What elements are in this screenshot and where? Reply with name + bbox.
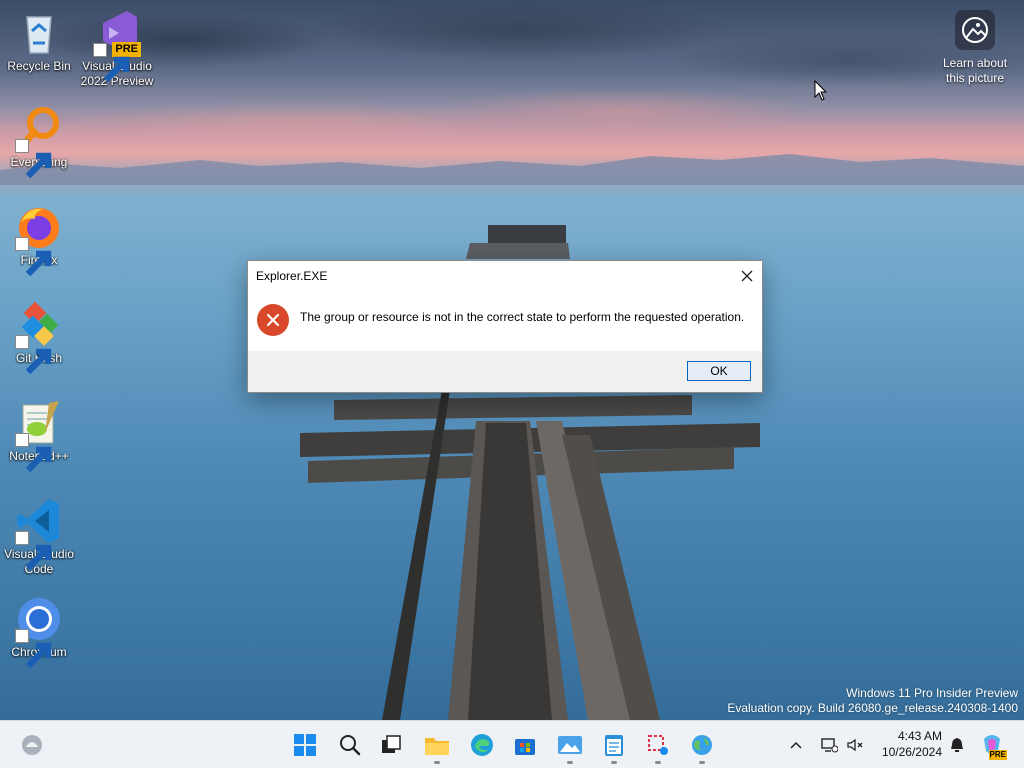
dialog-message: The group or resource is not in the corr… — [300, 310, 745, 324]
camera-globe-icon — [955, 10, 995, 50]
learn-about-line1: Learn about — [942, 56, 1008, 70]
desktop-icon-everything[interactable]: Everything — [1, 105, 77, 179]
notepad-icon[interactable] — [594, 725, 634, 765]
search-icon[interactable] — [330, 725, 370, 765]
task-view-icon[interactable] — [371, 725, 411, 765]
git-bash-icon — [15, 301, 63, 375]
file-explorer-icon[interactable] — [417, 725, 457, 765]
desktop-icon-firefox[interactable]: Firefox — [1, 203, 77, 277]
ok-button[interactable]: OK — [687, 361, 751, 381]
firefox-icon — [15, 203, 63, 277]
running-indicator — [434, 761, 440, 764]
clock[interactable]: 4:43 AM 10/26/2024 — [882, 728, 942, 760]
running-indicator — [655, 761, 661, 764]
copilot-preview-badge: PRE — [988, 750, 1007, 760]
desktop-icon-visual-studio[interactable]: PRE Visual Studio 2022 Preview — [79, 9, 155, 89]
watermark-line2: Evaluation copy. Build 26080.ge_release.… — [727, 701, 1018, 715]
error-dialog: Explorer.EXE The group or resource is no… — [247, 260, 763, 393]
learn-about-line2: this picture — [945, 71, 1005, 85]
dialog-footer: OK — [248, 351, 762, 392]
shortcut-arrow-icon — [15, 433, 52, 473]
running-indicator — [699, 761, 705, 764]
notification-bell-icon[interactable] — [940, 725, 974, 765]
mouse-cursor-icon — [814, 80, 828, 101]
visual-studio-icon: PRE — [93, 9, 141, 83]
show-hidden-icons-chevron-icon[interactable] — [778, 725, 814, 765]
notepad-plus-plus-icon — [15, 399, 63, 473]
shortcut-arrow-icon — [15, 531, 52, 571]
recycle-bin-icon — [15, 9, 63, 57]
wallpaper-mountains — [0, 154, 1024, 185]
running-indicator — [567, 761, 573, 764]
start-icon[interactable] — [285, 725, 325, 765]
dialog-title: Explorer.EXE — [256, 268, 328, 283]
chromium-icon — [15, 595, 63, 669]
photos-icon[interactable] — [550, 725, 590, 765]
shortcut-arrow-icon — [15, 629, 52, 669]
taskbar: 4:43 AM 10/26/2024 PRE — [0, 720, 1024, 768]
desktop-icon-chromium[interactable]: Chromium — [1, 595, 77, 669]
close-icon[interactable] — [732, 261, 762, 290]
shortcut-arrow-icon — [15, 237, 52, 277]
copilot-icon[interactable]: PRE — [974, 725, 1010, 765]
shortcut-arrow-icon — [15, 335, 52, 375]
store-icon[interactable] — [505, 725, 545, 765]
edge-icon[interactable] — [462, 725, 502, 765]
learn-about-picture[interactable]: Learn about this picture — [934, 10, 1016, 86]
shortcut-arrow-icon — [15, 139, 52, 179]
desktop-icon-notepad-plus-plus[interactable]: Notepad++ — [1, 399, 77, 473]
clock-time: 4:43 AM — [897, 729, 942, 743]
snipping-tool-icon[interactable] — [638, 725, 678, 765]
running-indicator — [611, 761, 617, 764]
dialog-body: The group or resource is not in the corr… — [248, 290, 762, 350]
desktop-icon-label: Recycle Bin — [7, 59, 71, 73]
clock-date: 10/26/2024 — [881, 745, 942, 759]
error-icon — [257, 304, 289, 336]
everything-search-icon — [15, 105, 63, 179]
globe-app-icon[interactable] — [682, 725, 722, 765]
vscode-icon — [15, 497, 63, 571]
widgets-icon[interactable] — [12, 725, 52, 765]
desktop-icon-vscode[interactable]: Visual Studio Code — [1, 497, 77, 577]
shortcut-arrow-icon — [93, 43, 130, 83]
volume-muted-icon[interactable] — [838, 725, 872, 765]
evaluation-watermark: Windows 11 Pro Insider Preview Evaluatio… — [727, 686, 1018, 716]
watermark-line1: Windows 11 Pro Insider Preview — [846, 686, 1018, 700]
desktop-icon-recycle-bin[interactable]: Recycle Bin — [1, 9, 77, 74]
dialog-titlebar[interactable]: Explorer.EXE — [248, 261, 762, 290]
desktop-icon-git-bash[interactable]: Git Bash — [1, 301, 77, 375]
